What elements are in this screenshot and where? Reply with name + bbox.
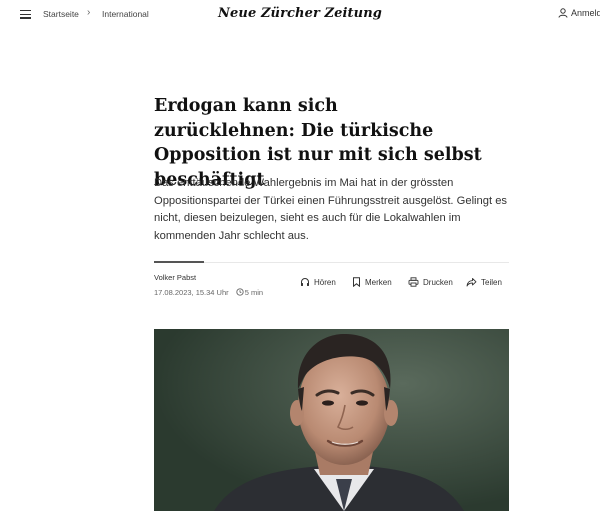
printer-icon: [408, 277, 419, 287]
share-icon: [466, 278, 477, 287]
print-button[interactable]: Drucken: [408, 277, 453, 287]
share-button[interactable]: Teilen: [466, 277, 502, 287]
clock-icon: [236, 288, 244, 296]
user-icon: [558, 8, 568, 18]
headphones-icon: [301, 278, 309, 286]
chevron-right-icon: ›: [87, 7, 91, 18]
menu-icon[interactable]: [20, 10, 31, 19]
breadcrumb-startseite[interactable]: Startseite: [43, 9, 79, 19]
author-name[interactable]: Volker Pabst: [154, 273, 196, 282]
site-logo[interactable]: Neue Zürcher Zeitung: [218, 6, 382, 21]
bookmark-icon: [353, 277, 360, 288]
divider-accent: [154, 261, 204, 263]
article-meta: 17.08.2023, 15.34 Uhr 5 min: [154, 288, 263, 297]
listen-label: Hören: [314, 278, 336, 287]
article-photo: [154, 329, 509, 511]
share-label: Teilen: [481, 278, 502, 287]
login-label: Anmeldem: [571, 8, 600, 18]
bookmark-button[interactable]: Merken: [352, 277, 392, 288]
breadcrumb-international[interactable]: International: [102, 9, 149, 19]
print-label: Drucken: [423, 278, 453, 287]
login-button[interactable]: Anmeldem: [558, 8, 600, 18]
portrait-illustration: [154, 329, 509, 511]
listen-button[interactable]: Hören: [300, 277, 336, 287]
publish-date: 17.08.2023, 15.34 Uhr: [154, 288, 229, 297]
top-navigation: Startseite › International Neue Zürcher …: [0, 0, 600, 30]
article-lead: Das enttäuschende Wahlergebnis im Mai ha…: [154, 177, 508, 242]
bookmark-label: Merken: [365, 278, 392, 287]
divider: [154, 262, 509, 263]
reading-time: 5 min: [244, 288, 264, 297]
